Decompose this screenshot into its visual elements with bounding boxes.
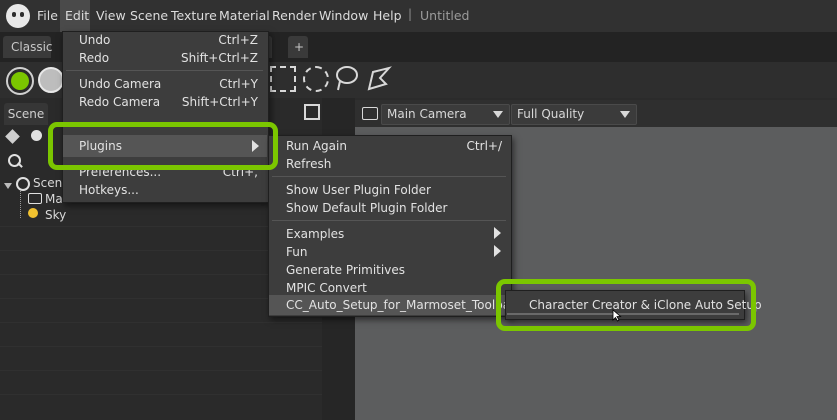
tree-item-sky[interactable]: Sky [45,208,66,222]
sphere-tool-icon[interactable] [6,67,34,95]
menu-separator [272,176,506,177]
panel-row-line [0,346,322,347]
menu-item-cc-auto-setup[interactable]: CC_Auto_Setup_for_Marmoset_Toolbag [286,298,518,312]
menu-item-generate-primitives[interactable]: Generate Primitives [286,263,405,277]
panel-row-line [0,394,322,395]
material-ball-icon[interactable] [38,67,64,93]
menu-item-show-user-plugin-folder[interactable]: Show User Plugin Folder [286,183,431,197]
shortcut-undo-camera: Ctrl+Y [219,77,258,91]
shortcut-redo-camera: Shift+Ctrl+Y [181,95,258,109]
app-logo-icon[interactable] [6,4,30,28]
menu-item-redo[interactable]: Redo [79,51,109,65]
menu-item-redo-camera[interactable]: Redo Camera [79,95,160,109]
menu-item-run-again[interactable]: Run Again [286,139,347,153]
menu-item-hotkeys[interactable]: Hotkeys... [79,183,139,197]
shortcut-redo: Shift+Ctrl+Z [181,51,258,65]
submenu-arrow-icon [494,245,501,257]
quality-select-value: Full Quality [517,107,585,121]
camera-icon [28,193,42,204]
menu-item-refresh[interactable]: Refresh [286,157,331,171]
tab-classic[interactable]: Classic [3,36,53,58]
tab-add-button[interactable]: + [288,36,308,58]
panel-row-line [0,322,322,323]
menu-separator [66,70,263,71]
shortcut-run-again: Ctrl+/ [466,139,502,153]
panel-row-line [0,370,322,371]
menu-separator [272,220,506,221]
viewport-camera-icon[interactable] [362,107,378,120]
polygon-select-icon[interactable] [366,64,392,92]
menu-item-undo[interactable]: Undo [79,33,110,47]
menu-item-examples[interactable]: Examples [286,227,344,241]
plugins-highlight-ring [48,122,278,170]
circle-select-icon[interactable] [303,66,329,92]
quality-select[interactable]: Full Quality [511,104,637,125]
lasso-select-icon[interactable] [334,64,360,92]
document-title: Untitled [420,8,470,23]
tab-scene[interactable]: Scene [4,103,48,125]
menu-texture[interactable]: Texture [171,8,217,23]
scene-root-icon [16,177,30,191]
rect-select-icon[interactable] [270,66,296,92]
menu-item-show-default-plugin-folder[interactable]: Show Default Plugin Folder [286,201,447,215]
menu-window[interactable]: Window [319,8,368,23]
tree-connector [20,190,22,218]
menu-view[interactable]: View [96,8,126,23]
sky-icon [28,208,38,218]
light-bulb-icon[interactable] [31,130,42,141]
menu-item-undo-camera[interactable]: Undo Camera [79,77,161,91]
menu-scene[interactable]: Scene [130,8,168,23]
chevron-down-icon [493,111,503,118]
popout-icon[interactable] [304,104,320,120]
camera-select-value: Main Camera [387,107,467,121]
menu-render[interactable]: Render [272,8,317,23]
shortcut-undo: Ctrl+Z [218,33,258,47]
menu-item-fun[interactable]: Fun [286,245,307,259]
chevron-down-icon [620,111,630,118]
menu-help[interactable]: Help [373,8,402,23]
camera-select[interactable]: Main Camera [381,104,510,125]
tree-collapse-icon[interactable] [4,183,12,189]
menu-material[interactable]: Material [219,8,270,23]
submenu-arrow-icon [494,227,501,239]
title-separator: | [408,7,413,21]
menu-item-mpic-convert[interactable]: MPIC Convert [286,281,367,295]
menu-file[interactable]: File [37,8,58,23]
cc-auto-setup-highlight-ring [496,279,756,331]
menu-edit[interactable]: Edit [65,8,89,23]
